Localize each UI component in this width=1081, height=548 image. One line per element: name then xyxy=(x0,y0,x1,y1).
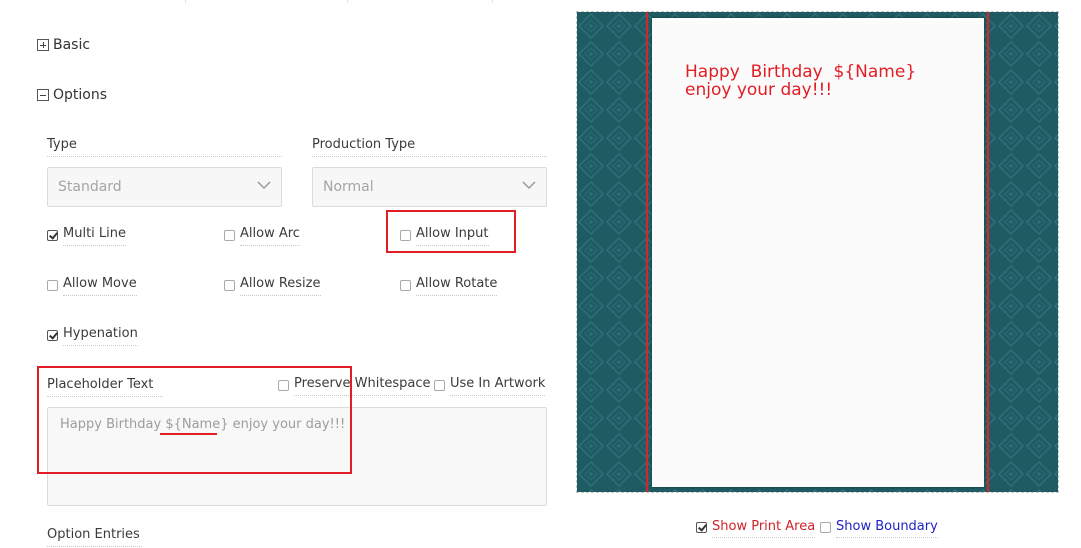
card-preview[interactable]: Happy Birthday ${Name} enjoy your day!!! xyxy=(576,11,1059,493)
options-section-label: Options xyxy=(53,87,108,103)
checkbox-box[interactable] xyxy=(47,329,58,341)
hypenation-label: Hypenation xyxy=(63,326,138,346)
checkbox-box[interactable] xyxy=(47,229,58,241)
hypenation-checkbox[interactable]: Hypenation xyxy=(47,326,138,346)
use-in-artwork-label: Use In Artwork xyxy=(450,376,546,396)
checkbox-box[interactable] xyxy=(47,279,58,291)
print-area-left-line xyxy=(646,12,648,492)
allow-rotate-checkbox[interactable]: Allow Rotate xyxy=(400,276,498,296)
chevron-down-icon xyxy=(257,181,271,190)
type-label: Type xyxy=(47,137,282,157)
show-print-area-label: Show Print Area xyxy=(712,519,816,538)
allow-arc-checkbox[interactable]: Allow Arc xyxy=(224,226,300,246)
checkbox-box[interactable] xyxy=(224,279,235,291)
checkbox-box[interactable] xyxy=(400,279,411,291)
allow-move-label: Allow Move xyxy=(63,276,137,296)
minus-square-icon xyxy=(37,89,49,101)
checkbox-box[interactable] xyxy=(224,229,235,241)
multi-line-label: Multi Line xyxy=(63,226,127,246)
use-in-artwork-checkbox[interactable]: Use In Artwork xyxy=(434,376,546,396)
multi-line-checkbox[interactable]: Multi Line xyxy=(47,226,127,246)
show-boundary-label: Show Boundary xyxy=(836,519,938,538)
option-entries-label: Option Entries xyxy=(47,527,142,547)
type-select-value: Standard xyxy=(58,179,122,195)
production-type-select[interactable]: Normal xyxy=(312,167,547,207)
allow-input-highlight xyxy=(386,210,516,253)
basic-section-label: Basic xyxy=(53,37,91,53)
checkbox-box[interactable] xyxy=(696,522,707,533)
production-type-label: Production Type xyxy=(312,137,547,157)
show-boundary-checkbox[interactable]: Show Boundary xyxy=(820,519,938,538)
allow-rotate-label: Allow Rotate xyxy=(416,276,498,296)
checkbox-box[interactable] xyxy=(820,522,831,533)
chevron-down-icon xyxy=(522,181,536,190)
production-type-select-value: Normal xyxy=(323,179,374,195)
basic-section-toggle[interactable]: Basic xyxy=(37,37,90,53)
options-section-toggle[interactable]: Options xyxy=(37,87,107,103)
card-text-line-2: enjoy your day!!! xyxy=(685,80,833,100)
allow-move-checkbox[interactable]: Allow Move xyxy=(47,276,137,296)
allow-arc-label: Allow Arc xyxy=(240,226,300,246)
card-canvas[interactable]: Happy Birthday ${Name} enjoy your day!!! xyxy=(652,18,984,487)
plus-square-icon xyxy=(37,39,49,51)
allow-resize-label: Allow Resize xyxy=(240,276,321,296)
show-print-area-checkbox[interactable]: Show Print Area xyxy=(696,519,816,538)
print-area-right-line xyxy=(987,12,989,492)
checkbox-box[interactable] xyxy=(434,379,445,391)
card-text[interactable]: Happy Birthday ${Name} enjoy your day!!! xyxy=(685,63,916,99)
allow-resize-checkbox[interactable]: Allow Resize xyxy=(224,276,321,296)
type-select[interactable]: Standard xyxy=(47,167,282,207)
top-divider xyxy=(0,0,560,3)
card-text-line-1: Happy Birthday ${Name} xyxy=(685,62,917,82)
placeholder-highlight xyxy=(37,366,352,474)
